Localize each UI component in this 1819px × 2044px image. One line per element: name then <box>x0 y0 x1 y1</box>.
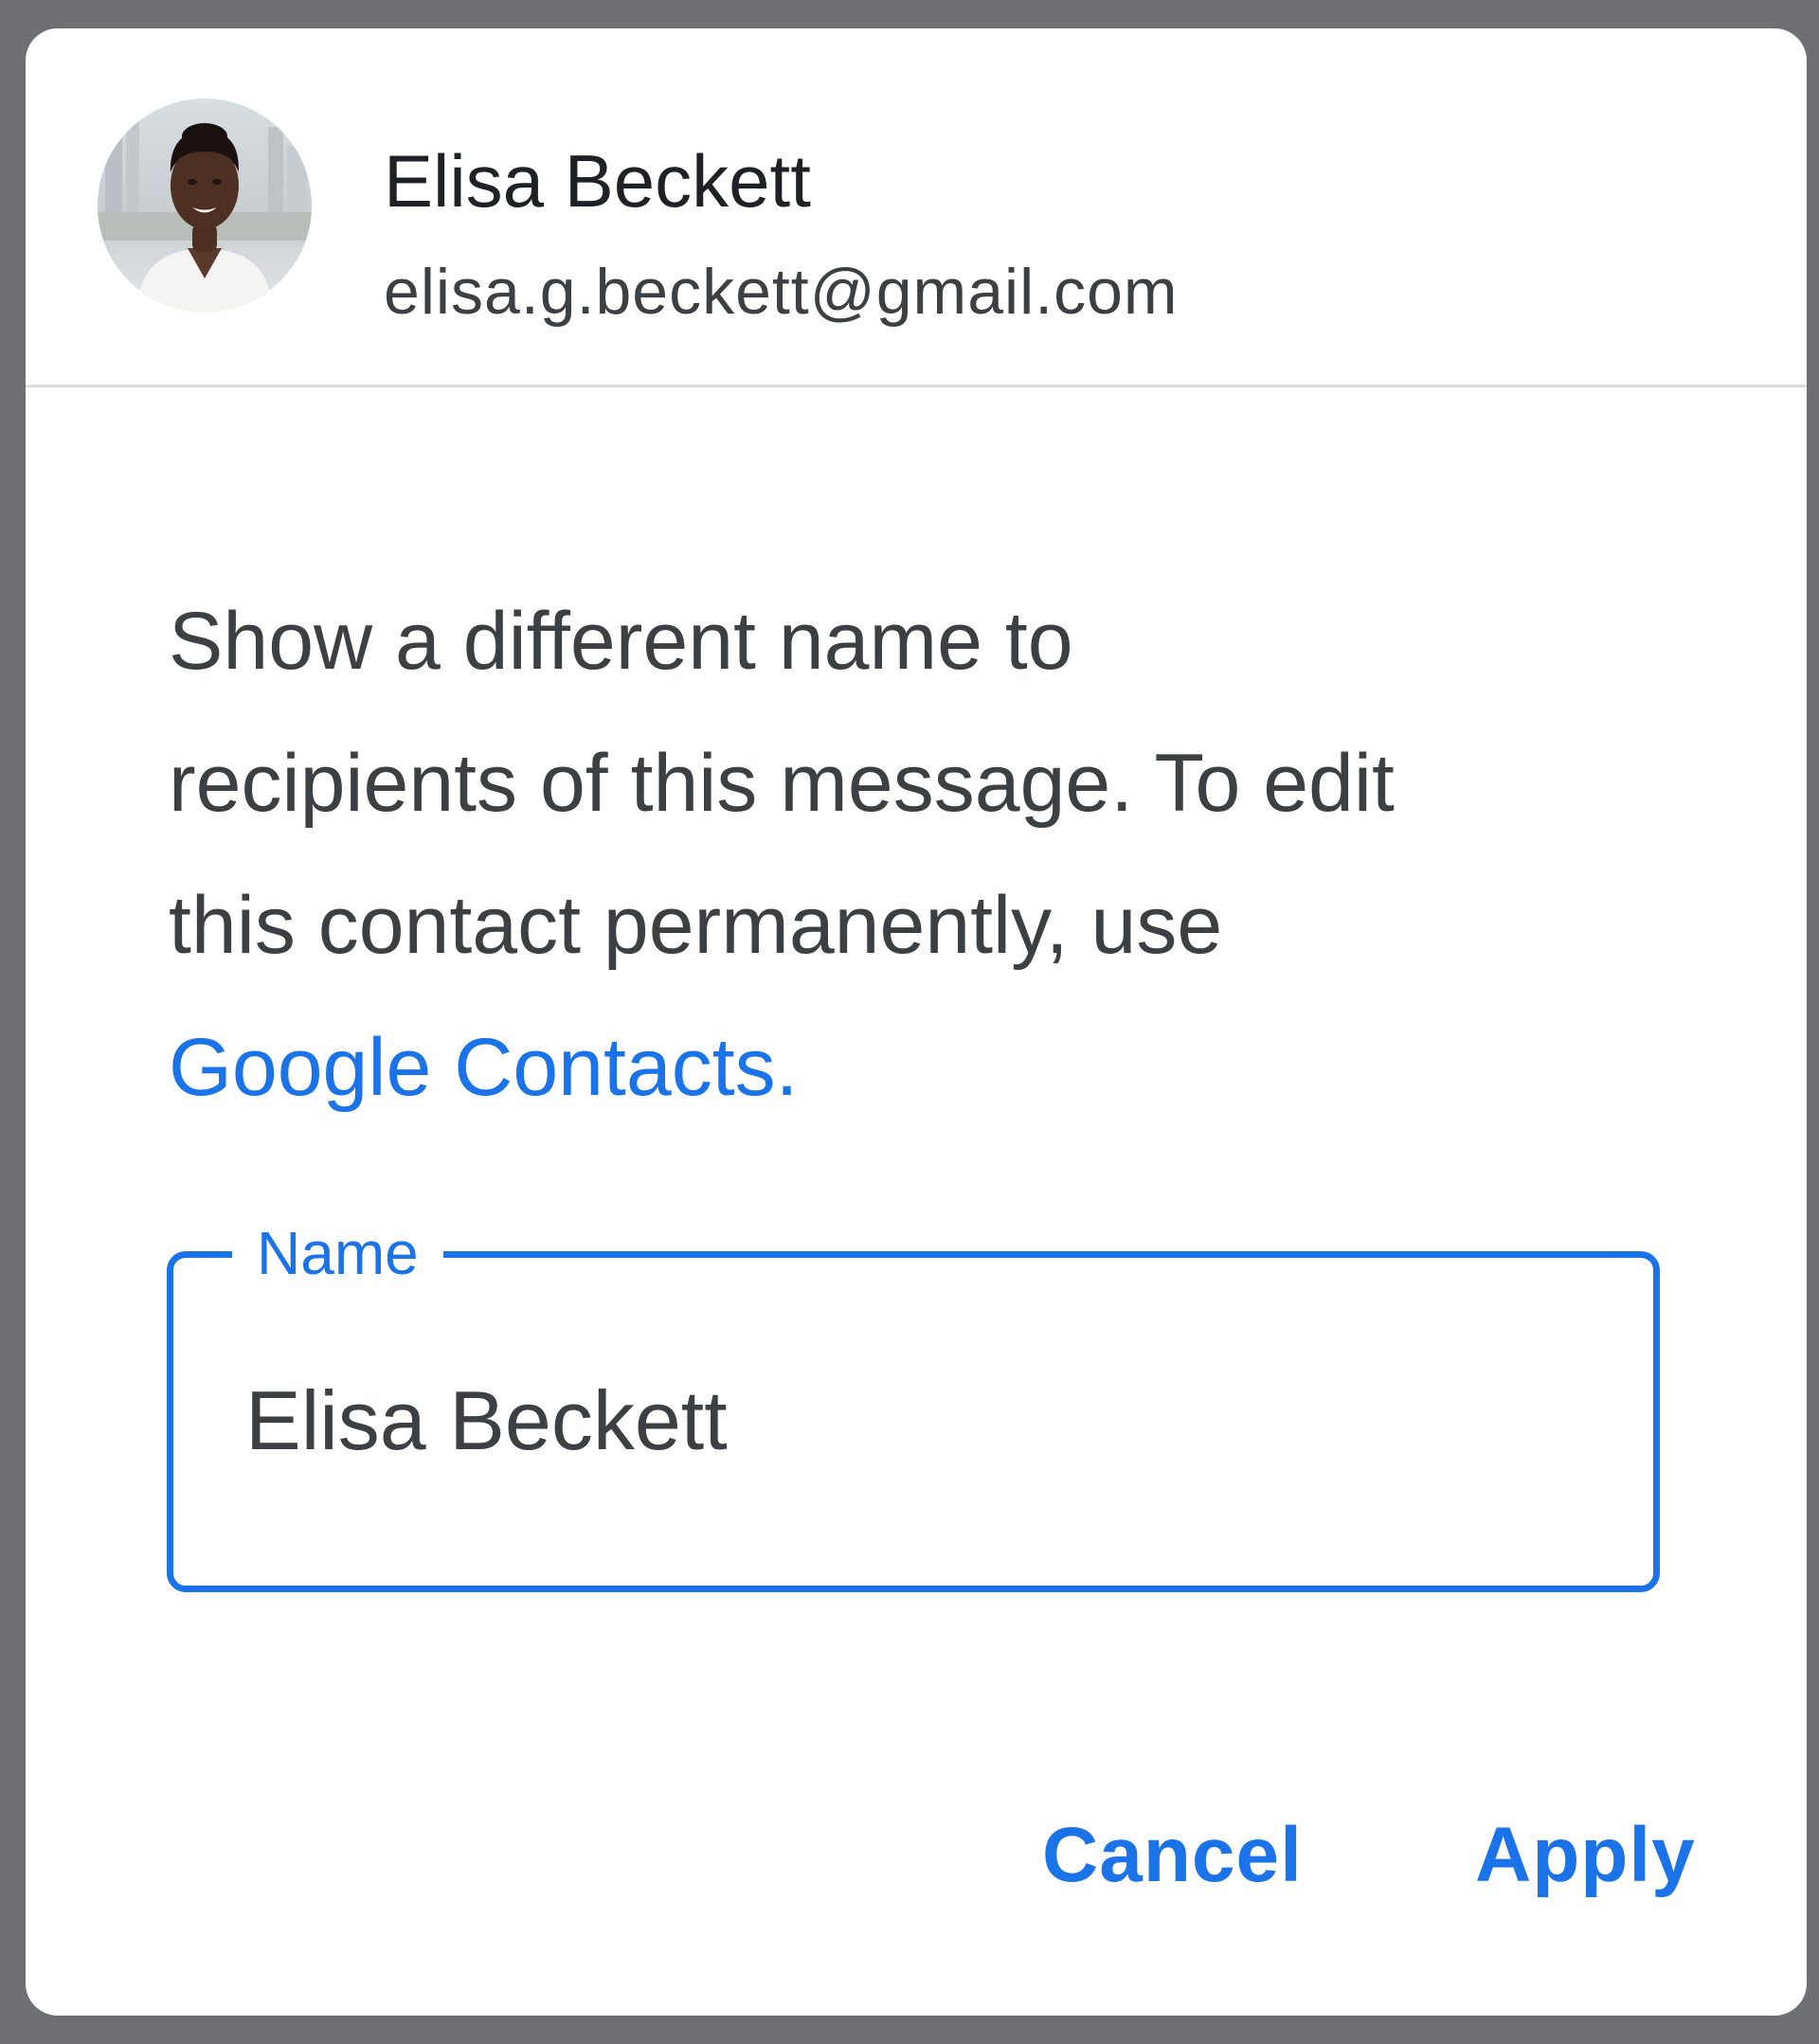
dialog-header: Elisa Beckett elisa.g.beckett@gmail.com <box>26 28 1807 386</box>
name-input[interactable] <box>245 1364 1572 1478</box>
avatar <box>98 99 312 313</box>
profile-name: Elisa Beckett <box>384 139 811 223</box>
message-line-4: Google Contacts. <box>169 996 1722 1139</box>
profile-email: elisa.g.beckett@gmail.com <box>384 256 1179 328</box>
name-field-label: Name <box>232 1218 443 1288</box>
message-line-1: Show a different name to <box>169 596 1073 687</box>
display-name-dialog: Elisa Beckett elisa.g.beckett@gmail.com … <box>26 28 1807 2016</box>
cancel-button[interactable]: Cancel <box>1042 1817 1303 1894</box>
apply-button[interactable]: Apply <box>1475 1817 1696 1894</box>
dialog-message: Show a different name to recipients of t… <box>169 570 1722 1139</box>
message-line-3: this contact permanently, use <box>169 880 1223 971</box>
message-line-2: recipients of this message. To edit <box>169 738 1395 829</box>
header-divider <box>26 385 1807 387</box>
name-field[interactable]: Name <box>167 1218 1660 1592</box>
google-contacts-link[interactable]: Google Contacts. <box>169 1022 798 1113</box>
avatar-photo <box>98 99 312 313</box>
